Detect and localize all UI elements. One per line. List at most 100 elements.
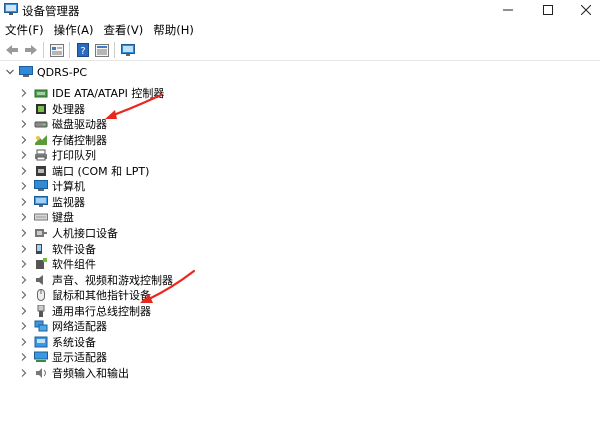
device-category-item[interactable]: 监视器 bbox=[20, 195, 85, 209]
chevron-right-icon[interactable] bbox=[20, 319, 28, 333]
device-category-item[interactable]: 打印队列 bbox=[20, 148, 96, 162]
annotation-arrow bbox=[105, 93, 163, 119]
device-category-item[interactable]: 音频输入和输出 bbox=[20, 366, 129, 380]
help-button[interactable]: ? bbox=[74, 42, 92, 58]
storage-controller-icon bbox=[35, 134, 47, 145]
monitor-icon bbox=[34, 195, 48, 207]
device-category-label: 监视器 bbox=[52, 195, 85, 209]
chevron-right-icon[interactable] bbox=[20, 350, 28, 364]
chevron-right-icon[interactable] bbox=[20, 257, 28, 271]
device-category-label: 处理器 bbox=[52, 102, 85, 116]
device-category-label: 存储控制器 bbox=[52, 133, 107, 147]
minimize-icon bbox=[503, 9, 513, 11]
usb-icon bbox=[37, 304, 45, 317]
device-category-item[interactable]: 网络适配器 bbox=[20, 319, 107, 333]
audio-io-icon bbox=[36, 367, 46, 378]
chevron-right-icon[interactable] bbox=[20, 117, 28, 131]
chevron-right-icon[interactable] bbox=[20, 226, 28, 240]
properties-icon bbox=[50, 43, 64, 57]
device-category-item[interactable]: 磁盘驱动器 bbox=[20, 117, 107, 131]
chevron-right-icon[interactable] bbox=[20, 335, 28, 349]
chevron-right-icon[interactable] bbox=[20, 164, 28, 178]
device-category-item[interactable]: 计算机 bbox=[20, 179, 85, 193]
device-category-label: 软件设备 bbox=[52, 242, 96, 256]
forward-icon bbox=[25, 45, 37, 55]
device-category-item[interactable]: 处理器 bbox=[20, 102, 85, 116]
device-category-label: 人机接口设备 bbox=[52, 226, 118, 240]
view-button[interactable] bbox=[93, 42, 111, 58]
back-icon bbox=[6, 45, 18, 55]
processor-icon bbox=[36, 103, 46, 114]
monitor-icon bbox=[121, 43, 135, 56]
device-category-item[interactable]: 软件组件 bbox=[20, 257, 96, 271]
device-category-item[interactable]: 键盘 bbox=[20, 210, 74, 224]
svg-text:?: ? bbox=[80, 46, 85, 57]
title-bar: 设备管理器 bbox=[0, 0, 600, 20]
chevron-right-icon[interactable] bbox=[20, 195, 28, 209]
computer-icon bbox=[19, 66, 33, 77]
device-category-label: 显示适配器 bbox=[52, 351, 107, 365]
device-category-label: 音频输入和输出 bbox=[52, 366, 129, 380]
menu-help[interactable]: 帮助(H) bbox=[148, 22, 199, 39]
device-category-label: 软件组件 bbox=[52, 258, 96, 272]
chevron-right-icon[interactable] bbox=[20, 366, 28, 380]
device-category-label: 计算机 bbox=[52, 180, 85, 194]
ide-controller-icon bbox=[34, 89, 48, 98]
chevron-right-icon[interactable] bbox=[20, 210, 28, 224]
device-category-item[interactable]: 系统设备 bbox=[20, 335, 96, 349]
close-icon bbox=[581, 5, 591, 15]
back-button[interactable] bbox=[3, 42, 21, 58]
device-manager-icon bbox=[4, 3, 18, 15]
device-category-label: 网络适配器 bbox=[52, 320, 107, 334]
annotation-arrow bbox=[140, 269, 196, 303]
device-category-label: 系统设备 bbox=[52, 335, 96, 349]
forward-button[interactable] bbox=[22, 42, 40, 58]
view-icon bbox=[95, 43, 109, 57]
toolbar-separator bbox=[69, 42, 70, 58]
chevron-right-icon[interactable] bbox=[20, 148, 28, 162]
hid-icon bbox=[35, 228, 47, 237]
computer-name: QDRS-PC bbox=[37, 65, 88, 79]
computer-icon bbox=[34, 180, 48, 192]
menu-bar: 文件(F) 操作(A) 查看(V) 帮助(H) bbox=[0, 22, 600, 39]
tree-root[interactable]: QDRS-PC bbox=[6, 65, 87, 79]
toolbar-separator bbox=[43, 42, 44, 58]
chevron-right-icon[interactable] bbox=[20, 304, 28, 318]
network-adapter-icon bbox=[34, 320, 48, 332]
chevron-right-icon[interactable] bbox=[20, 288, 28, 302]
display-adapter-icon bbox=[34, 351, 48, 363]
window-title: 设备管理器 bbox=[22, 4, 80, 18]
menu-file[interactable]: 文件(F) bbox=[0, 22, 49, 39]
properties-button[interactable] bbox=[48, 42, 66, 58]
help-icon: ? bbox=[77, 43, 89, 57]
device-category-label: 打印队列 bbox=[52, 149, 96, 163]
sound-icon bbox=[36, 274, 43, 285]
chevron-down-icon[interactable] bbox=[6, 65, 14, 79]
device-category-item[interactable]: 端口 (COM 和 LPT) bbox=[20, 164, 149, 178]
device-category-item[interactable]: 显示适配器 bbox=[20, 350, 107, 364]
chevron-right-icon[interactable] bbox=[20, 86, 28, 100]
chevron-right-icon[interactable] bbox=[20, 242, 28, 256]
maximize-button[interactable] bbox=[530, 0, 566, 20]
chevron-right-icon[interactable] bbox=[20, 179, 28, 193]
device-category-label: 键盘 bbox=[52, 211, 74, 225]
device-category-item[interactable]: 软件设备 bbox=[20, 242, 96, 256]
system-device-icon bbox=[34, 336, 48, 348]
device-category-label: 端口 (COM 和 LPT) bbox=[52, 164, 150, 178]
chevron-right-icon[interactable] bbox=[20, 273, 28, 287]
minimize-button[interactable] bbox=[490, 0, 526, 20]
device-category-item[interactable]: 存储控制器 bbox=[20, 133, 107, 147]
port-icon bbox=[36, 165, 46, 176]
maximize-icon bbox=[543, 5, 553, 15]
menu-view[interactable]: 查看(V) bbox=[98, 22, 148, 39]
chevron-right-icon[interactable] bbox=[20, 133, 28, 147]
toolbar-separator bbox=[114, 42, 115, 58]
menu-action[interactable]: 操作(A) bbox=[49, 22, 99, 39]
chevron-right-icon[interactable] bbox=[20, 102, 28, 116]
mouse-icon bbox=[37, 289, 45, 302]
device-category-item[interactable]: 人机接口设备 bbox=[20, 226, 118, 240]
keyboard-icon bbox=[34, 213, 48, 221]
close-button[interactable] bbox=[568, 0, 600, 20]
scan-hardware-button[interactable] bbox=[119, 42, 137, 58]
disk-drive-icon bbox=[34, 121, 48, 128]
